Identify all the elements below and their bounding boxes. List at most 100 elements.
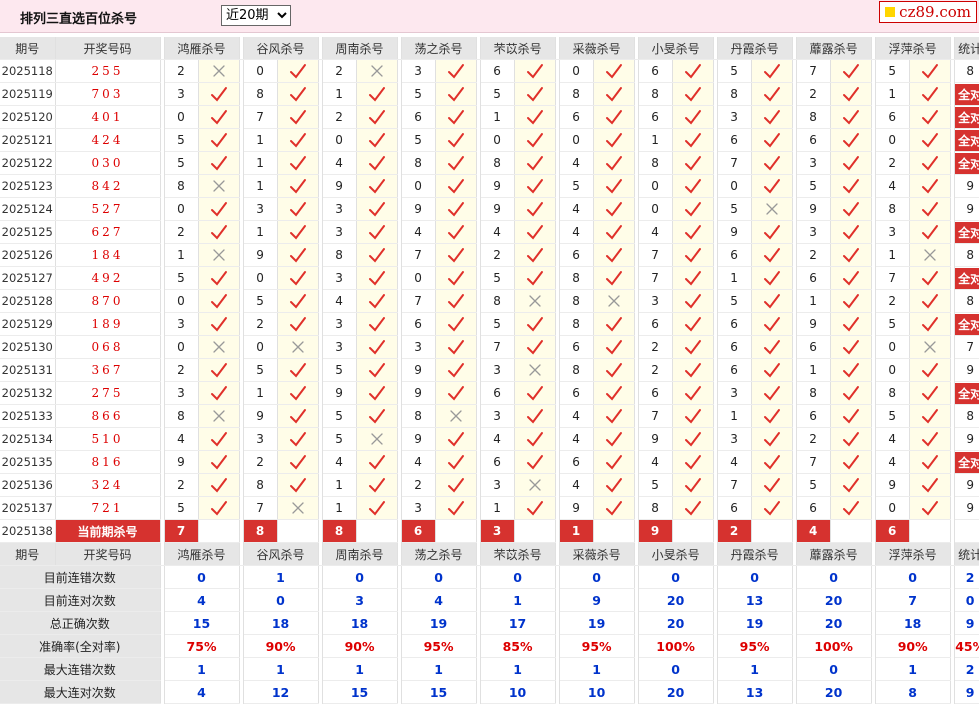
current-kill-number: 2	[717, 519, 752, 543]
check-mark	[447, 179, 464, 194]
check-icon	[368, 363, 385, 378]
check-icon	[605, 317, 622, 332]
result-correct	[356, 496, 398, 520]
table-row: 2025134 510 4 3 5 9 4 4 9 3 2 4 9	[0, 427, 979, 451]
check-mark	[605, 501, 622, 516]
kill-number: 9	[243, 404, 278, 428]
result-wrong	[514, 358, 556, 382]
check-mark	[605, 409, 622, 424]
expert-header: 芣苡杀号	[480, 542, 556, 566]
check-mark	[210, 87, 227, 102]
check-icon	[684, 363, 701, 378]
check-mark	[684, 248, 701, 263]
check-icon	[921, 133, 938, 148]
result-correct	[593, 174, 635, 198]
result-correct	[909, 82, 951, 106]
result-correct	[672, 174, 714, 198]
kill-number: 1	[875, 243, 910, 267]
draw-number: 401	[55, 105, 161, 129]
expert-header: 浮萍杀号	[875, 37, 951, 60]
kill-number: 1	[322, 473, 357, 497]
check-icon	[447, 64, 464, 79]
draw-number: 189	[55, 312, 161, 336]
check-icon	[289, 156, 306, 171]
all-correct-badge: 全对	[955, 129, 979, 151]
check-icon	[842, 64, 859, 79]
stat-value: 13	[717, 588, 793, 612]
kill-number: 7	[401, 243, 436, 267]
check-icon	[368, 409, 385, 424]
check-mark	[289, 271, 306, 286]
current-kill-number: 6	[875, 519, 910, 543]
check-mark	[526, 386, 543, 401]
check-mark	[447, 363, 464, 378]
expert-header: 鸿雁杀号	[164, 37, 240, 60]
check-mark	[526, 202, 543, 217]
kill-number: 5	[164, 151, 199, 175]
result-correct	[356, 358, 398, 382]
result-correct	[356, 151, 398, 175]
kill-number: 4	[401, 450, 436, 474]
result-correct	[672, 335, 714, 359]
table-row: 2025133 866 8 9 5 8 3 4 7 1 6 5 8	[0, 404, 979, 428]
check-mark	[368, 225, 385, 240]
stat-value: 19	[401, 611, 477, 635]
cross-icon	[291, 341, 304, 353]
check-icon	[842, 317, 859, 332]
kill-number: 6	[796, 335, 831, 359]
check-icon	[684, 133, 701, 148]
check-mark	[526, 248, 543, 263]
check-icon	[684, 478, 701, 493]
result-correct	[198, 473, 240, 497]
stat-value: 1	[559, 657, 635, 681]
check-mark	[526, 317, 543, 332]
kill-number: 6	[796, 496, 831, 520]
result-correct	[435, 427, 477, 451]
result-correct	[830, 82, 872, 106]
stat-value: 100%	[796, 634, 872, 658]
check-icon	[210, 87, 227, 102]
expert-header: 荡之杀号	[401, 37, 477, 60]
result-correct	[593, 427, 635, 451]
kill-number: 2	[322, 59, 357, 83]
check-mark	[684, 87, 701, 102]
result-correct	[830, 151, 872, 175]
period-select[interactable]: 近20期	[221, 5, 291, 26]
kill-number: 6	[796, 128, 831, 152]
stat-value: 1	[322, 657, 398, 681]
result-correct	[593, 496, 635, 520]
check-mark	[447, 317, 464, 332]
check-icon	[684, 110, 701, 125]
kill-number: 3	[717, 427, 752, 451]
check-mark	[210, 455, 227, 470]
stat-value: 18	[875, 611, 951, 635]
kill-number: 2	[796, 427, 831, 451]
check-mark	[842, 110, 859, 125]
kill-number: 0	[164, 335, 199, 359]
stat-cell: 8	[954, 289, 979, 313]
expert-header: 荡之杀号	[401, 542, 477, 566]
check-mark	[210, 133, 227, 148]
check-mark	[763, 64, 780, 79]
check-mark	[289, 225, 306, 240]
cross-icon	[528, 479, 541, 491]
result-correct	[435, 82, 477, 106]
result-correct	[198, 220, 240, 244]
cross-icon	[212, 180, 225, 192]
check-mark	[605, 363, 622, 378]
result-correct	[277, 358, 319, 382]
kill-number: 2	[875, 289, 910, 313]
check-icon	[368, 202, 385, 217]
result-wrong	[198, 335, 240, 359]
check-icon	[289, 455, 306, 470]
check-icon	[605, 478, 622, 493]
stat-row: 总正确次数 15 18 18 19 17 19 20 19 20 18 9	[0, 611, 979, 635]
stat-cell: 全对	[954, 105, 979, 129]
empty-cell	[593, 519, 635, 543]
kill-number: 4	[559, 220, 594, 244]
stat-total: 0	[954, 588, 979, 612]
site-logo[interactable]: cz89.com	[879, 1, 977, 23]
check-mark	[368, 363, 385, 378]
draw-number: 324	[55, 473, 161, 497]
expert-header: 蘼露杀号	[796, 37, 872, 60]
